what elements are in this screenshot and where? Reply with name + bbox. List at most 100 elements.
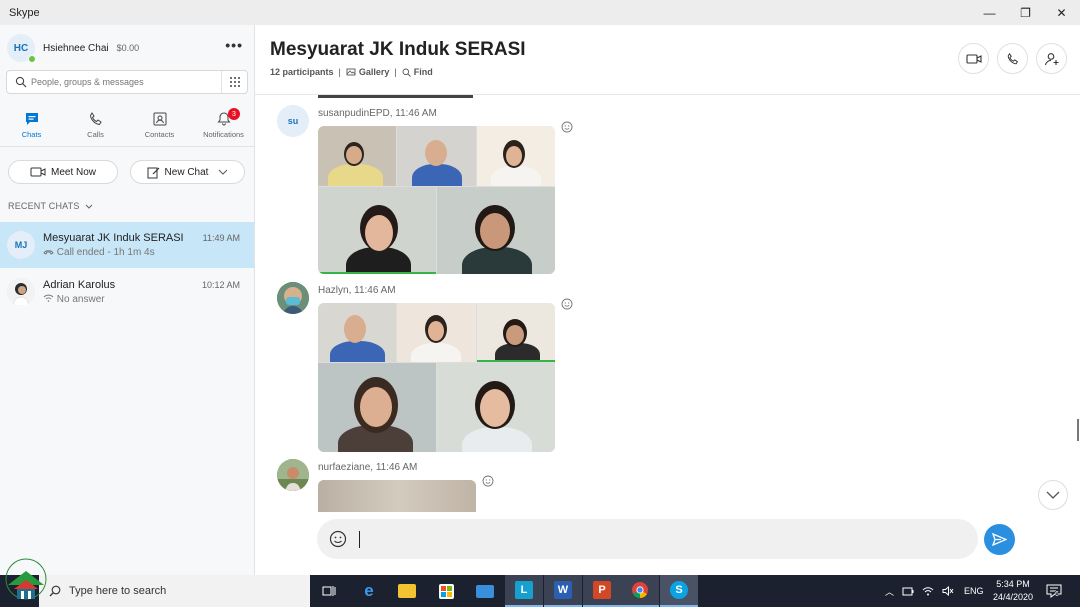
taskbar-app-powerpoint[interactable]: P: [583, 575, 621, 607]
recent-chats-header[interactable]: RECENT CHATS: [8, 201, 93, 211]
video-tile: [318, 303, 396, 362]
profile-area[interactable]: HC Hsiehnee Chai $0.00 •••: [7, 33, 247, 63]
mail-icon: [476, 584, 494, 598]
avatar-photo: [7, 278, 35, 306]
video-camera-icon: [965, 53, 982, 64]
taskbar-app-edge[interactable]: e: [350, 575, 388, 607]
scroll-to-bottom-button[interactable]: [1038, 480, 1068, 510]
chat-status: Call ended - 1h 1m 4s: [56, 247, 155, 258]
powerpoint-icon: P: [593, 581, 611, 599]
message-header: susanpudinEPD, 11:46 AM: [318, 108, 437, 119]
taskbar-search-label: Type here to search: [69, 585, 167, 597]
video-tile: [318, 187, 436, 274]
message-input[interactable]: [372, 532, 962, 546]
contacts-icon: [153, 112, 166, 126]
chat-icon: [25, 113, 38, 125]
chat-list-item[interactable]: Adrian Karolus No answer 10:12 AM: [0, 269, 254, 315]
video-tile: [318, 126, 396, 186]
taskbar-app-chrome[interactable]: [621, 575, 659, 607]
shared-photo[interactable]: [318, 126, 555, 274]
scrollbar-thumb[interactable]: [1077, 419, 1079, 441]
video-tile: [397, 126, 476, 186]
sender-avatar[interactable]: [277, 459, 309, 491]
gallery-link[interactable]: Gallery: [359, 67, 390, 77]
search-box[interactable]: [6, 70, 248, 94]
avatar[interactable]: HC: [7, 34, 36, 63]
tab-notifications[interactable]: 3 Notifications: [192, 107, 255, 147]
tab-contacts[interactable]: Contacts: [128, 107, 191, 147]
avatar-initials: HC: [13, 42, 29, 54]
new-chat-button[interactable]: New Chat: [130, 160, 245, 184]
active-speaker-bar: [318, 272, 436, 274]
chat-name: Mesyuarat JK Induk SERASI: [43, 232, 184, 244]
phone-icon: [89, 112, 102, 126]
find-link[interactable]: Find: [414, 67, 433, 77]
taskbar-search[interactable]: Type here to search: [39, 575, 310, 607]
chat-list-item[interactable]: MJ Mesyuarat JK Induk SERASI Call ended …: [0, 222, 254, 268]
taskbar-app-word[interactable]: W: [544, 575, 582, 607]
add-person-icon: [1044, 52, 1058, 65]
separator: |: [338, 67, 341, 77]
taskbar-app-store[interactable]: [427, 575, 465, 607]
skype-credit[interactable]: $0.00: [117, 43, 140, 53]
search-icon: [49, 585, 61, 597]
window-title: Skype: [9, 6, 40, 19]
smiley-icon[interactable]: [561, 298, 573, 310]
search-input[interactable]: [31, 77, 211, 87]
chat-timestamp: 11:49 AM: [202, 233, 240, 243]
action-center-button[interactable]: 6: [1046, 583, 1062, 599]
notification-badge: 3: [228, 108, 240, 120]
new-chat-label: New Chat: [164, 166, 209, 178]
tab-chats[interactable]: Chats: [0, 107, 63, 147]
video-tile: [397, 303, 476, 362]
taskbar-clock[interactable]: 5:34 PM 24/4/2020: [985, 578, 1041, 604]
message-composer[interactable]: [317, 519, 978, 559]
participants-count[interactable]: 12 participants: [270, 67, 334, 77]
taskbar-app-skype[interactable]: S: [660, 575, 698, 607]
taskbar-app-explorer[interactable]: [388, 575, 426, 607]
sender-avatar[interactable]: [277, 282, 309, 314]
send-icon: [992, 533, 1007, 546]
maximize-button[interactable]: ❐: [1007, 0, 1044, 25]
shared-photo[interactable]: [318, 480, 476, 512]
taskbar-app-mail[interactable]: [466, 575, 504, 607]
battery-icon[interactable]: [902, 587, 914, 596]
chat-timestamp: 10:12 AM: [201, 280, 240, 290]
tab-calls[interactable]: Calls: [64, 107, 127, 147]
video-call-button[interactable]: [958, 43, 989, 74]
meet-now-button[interactable]: Meet Now: [8, 160, 118, 184]
conversation-title[interactable]: Mesyuarat JK Induk SERASI: [270, 39, 526, 61]
more-options-icon[interactable]: •••: [225, 37, 243, 53]
skype-icon: S: [670, 581, 688, 599]
chevron-down-icon: [219, 169, 228, 175]
presence-dot: [28, 55, 36, 63]
nav-tabs: Chats Calls Contacts 3 Notifications: [0, 107, 255, 147]
chat-status: No answer: [56, 294, 105, 305]
input-language[interactable]: ENG: [964, 586, 984, 596]
add-people-button[interactable]: [1036, 43, 1067, 74]
dialpad-button[interactable]: [221, 71, 247, 93]
send-button[interactable]: [984, 524, 1015, 555]
smiley-icon[interactable]: [482, 475, 494, 487]
sender-avatar[interactable]: su: [277, 105, 309, 137]
clock-date: 24/4/2020: [992, 592, 1034, 602]
dialpad-icon: [229, 77, 240, 87]
task-view-button[interactable]: [310, 575, 348, 607]
wifi-icon[interactable]: [922, 586, 934, 596]
minimize-button[interactable]: —: [971, 0, 1008, 25]
chat-name: Adrian Karolus: [43, 279, 116, 291]
task-view-icon: [322, 586, 336, 596]
smiley-icon[interactable]: [561, 121, 573, 133]
tab-label: Chats: [21, 130, 42, 139]
chevron-down-icon: [1046, 491, 1060, 499]
separator: |: [394, 67, 397, 77]
audio-call-button[interactable]: [997, 43, 1028, 74]
chat-initials: MJ: [14, 240, 28, 250]
close-button[interactable]: ✕: [1043, 0, 1080, 25]
shared-photo[interactable]: [318, 303, 555, 452]
chat-avatar: MJ: [7, 231, 35, 259]
chevron-up-icon[interactable]: ︿: [885, 585, 894, 598]
emoji-icon[interactable]: [329, 530, 347, 548]
taskbar-app-l[interactable]: L: [505, 575, 543, 607]
speaker-muted-icon[interactable]: [942, 586, 954, 596]
